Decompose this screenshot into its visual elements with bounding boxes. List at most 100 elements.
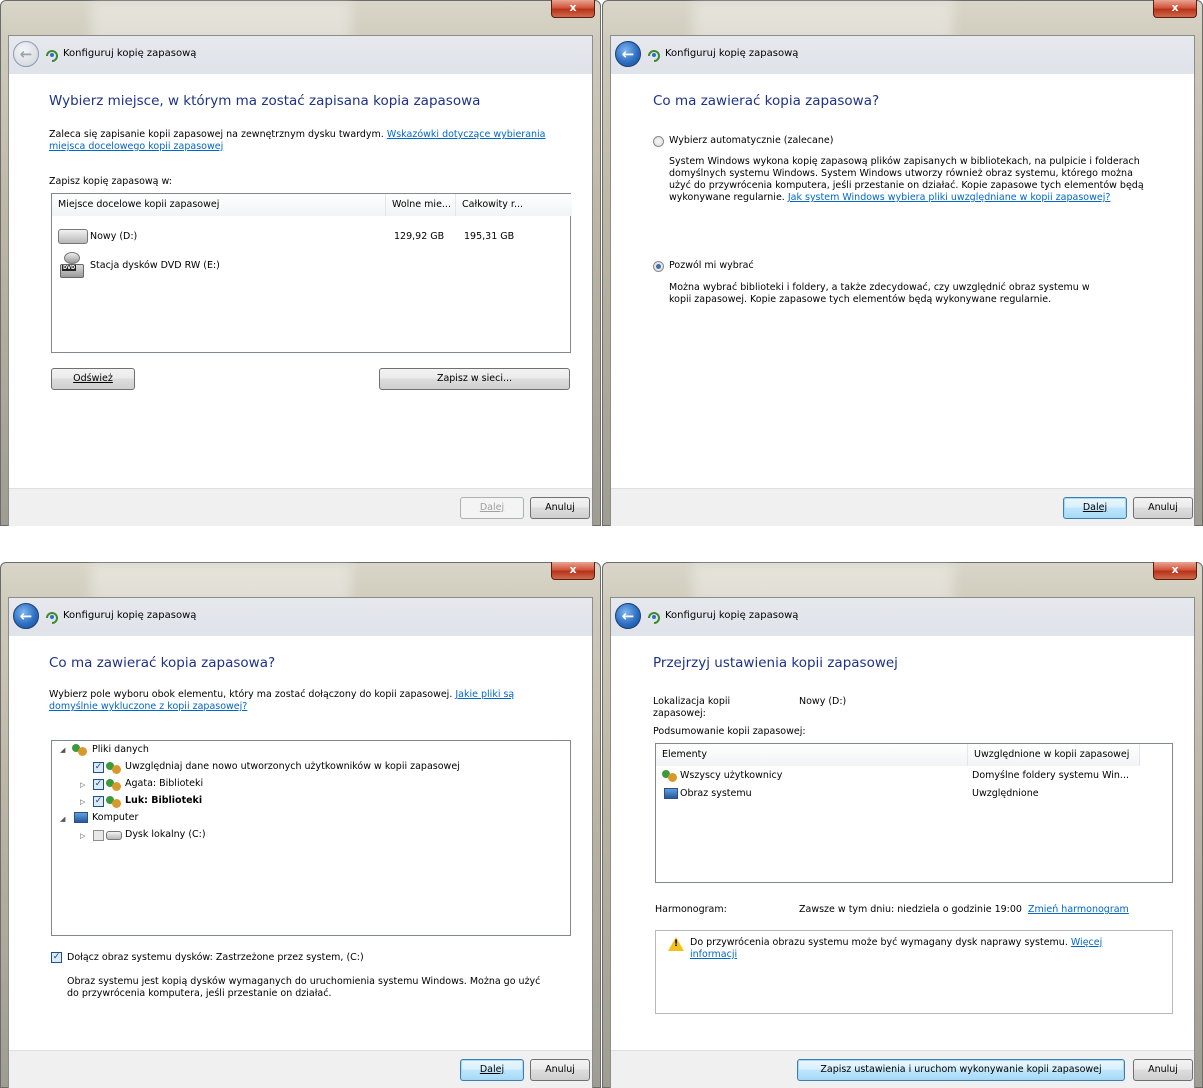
expand-arrow-icon[interactable]: ◢ <box>60 746 65 754</box>
users-icon <box>106 796 122 808</box>
save-and-run-button[interactable]: Zapisz ustawienia i uruchom wykonywanie … <box>797 1059 1125 1081</box>
table-row[interactable]: DVD Stacja dysków DVD RW (E:) <box>52 252 570 282</box>
excluded-files-link-cont[interactable]: domyślnie wykluczone z kopii zapasowej? <box>49 701 247 712</box>
address-bar: ← Konfiguruj kopię zapasową <box>9 598 592 636</box>
more-info-link[interactable]: Więcej <box>1071 937 1102 948</box>
back-arrow-icon: ← <box>621 607 635 625</box>
next-button[interactable]: Dalej <box>460 1059 524 1081</box>
column-included[interactable]: Uwzględnione w kopii zapasowej <box>968 744 1140 766</box>
refresh-button[interactable]: Odśwież <box>51 368 135 390</box>
system-image-checkbox[interactable]: ✓ <box>51 952 62 963</box>
manual-desc-line: kopii zapasowej. Kopie zapasowe tych ele… <box>669 294 1052 305</box>
column-free-space[interactable]: Wolne mie... <box>386 194 456 216</box>
column-items[interactable]: Elementy <box>656 744 968 766</box>
back-button[interactable]: ← <box>615 603 641 629</box>
auto-radio-label[interactable]: Wybierz automatycznie (zalecane) <box>669 135 833 147</box>
save-to-label: Zapisz kopię zapasową w: <box>49 176 172 187</box>
summary-list[interactable]: Elementy Uwzględnione w kopii zapasowej … <box>655 743 1173 883</box>
back-button[interactable]: ← <box>13 41 39 67</box>
cancel-button[interactable]: Anuluj <box>1133 497 1193 519</box>
manual-radio-label[interactable]: Pozwól mi wybrać <box>669 260 754 272</box>
row-free: 129,92 GB <box>394 231 445 242</box>
system-image-description: Obraz systemu jest kopią dysków wymagany… <box>67 976 587 1000</box>
tree-item-luk[interactable]: Luk: Biblioteki <box>125 795 202 806</box>
excluded-files-link[interactable]: Jakie pliki są <box>455 689 514 700</box>
row-name: Stacja dysków DVD RW (E:) <box>90 260 220 271</box>
tree-item-new-users[interactable]: Uwzględniaj dane nowo utworzonych użytko… <box>125 761 460 772</box>
collapse-arrow-icon[interactable]: ▷ <box>80 832 85 840</box>
manual-radio[interactable] <box>653 261 664 272</box>
destination-list[interactable]: Miejsce docelowe kopii zapasowej Wolne m… <box>51 193 572 353</box>
row-value: Uwzględnione <box>972 788 1039 799</box>
auto-radio[interactable] <box>653 136 664 147</box>
manual-description: Można wybrać biblioteki i foldery, a tak… <box>669 282 1189 306</box>
back-arrow-icon: ← <box>621 45 635 63</box>
cancel-button[interactable]: Anuluj <box>530 1059 590 1081</box>
agata-checkbox[interactable]: ✓ <box>93 779 104 790</box>
next-label: Dalej <box>479 1064 505 1075</box>
column-total-size[interactable]: Całkowity r... <box>456 194 572 216</box>
new-users-checkbox[interactable]: ✓ <box>93 762 104 773</box>
close-button[interactable]: x <box>551 562 595 580</box>
more-info-link-cont[interactable]: informacji <box>690 949 737 960</box>
wizard-footer: Dalej Anuluj <box>9 488 592 526</box>
next-button[interactable]: Dalej <box>460 497 524 519</box>
system-image-label[interactable]: Dołącz obraz systemu dysków: Zastrzeżone… <box>67 952 364 964</box>
cancel-label: Anuluj <box>545 502 575 513</box>
tree-item-data-files[interactable]: Pliki danych <box>92 744 149 755</box>
schedule-label: Harmonogram: <box>655 904 727 915</box>
change-schedule-link[interactable]: Zmień harmonogram <box>1028 904 1129 915</box>
tree-item-agata[interactable]: Agata: Biblioteki <box>125 778 203 789</box>
schedule-text: Zawsze w tym dniu: niedziela o godzinie … <box>799 904 1022 915</box>
tree-item-local-disk[interactable]: Dysk lokalny (C:) <box>125 829 206 840</box>
cancel-button[interactable]: Anuluj <box>1133 1059 1193 1081</box>
users-icon <box>72 744 88 756</box>
wizard-window-review: x ← Konfiguruj kopię zapasową Przejrzyj … <box>602 562 1203 1088</box>
window-client: ← Konfiguruj kopię zapasową Przejrzyj us… <box>610 597 1195 1088</box>
luk-checkbox[interactable]: ✓ <box>93 796 104 807</box>
next-label: Dalej <box>479 502 505 513</box>
window-title: Konfiguruj kopię zapasową <box>665 48 799 59</box>
computer-icon <box>74 812 88 823</box>
dvd-drive-icon: DVD <box>60 252 84 280</box>
tree-item-computer[interactable]: Komputer <box>92 812 138 823</box>
save-to-network-button[interactable]: Zapisz w sieci... <box>379 368 570 390</box>
location-label-line: zapasowej: <box>653 708 706 719</box>
auto-desc-line: wykonywane regularnie. <box>669 192 785 203</box>
destination-tips-link[interactable]: Wskazówki dotyczące wybierania <box>387 129 546 140</box>
system-image-desc-line: do przywrócenia komputera, jeśli przesta… <box>67 988 332 999</box>
backup-app-icon <box>46 612 58 624</box>
save-run-label: Zapisz ustawienia i uruchom wykonywanie … <box>820 1064 1102 1075</box>
table-row[interactable]: Obraz systemu Uwzględnione <box>656 786 1172 803</box>
table-row[interactable]: Wszyscy użytkownicy Domyślne foldery sys… <box>656 768 1172 785</box>
how-windows-chooses-link[interactable]: Jak system Windows wybiera pliki uwzględ… <box>788 192 1111 203</box>
back-button[interactable]: ← <box>13 603 39 629</box>
page-title: Co ma zawierać kopia zapasowa? <box>49 655 276 671</box>
back-arrow-icon: ← <box>19 607 33 625</box>
page-title: Co ma zawierać kopia zapasowa? <box>653 93 880 109</box>
close-button[interactable]: x <box>551 0 595 18</box>
window-title: Konfiguruj kopię zapasową <box>665 610 799 621</box>
back-button[interactable]: ← <box>615 41 641 67</box>
next-button[interactable]: Dalej <box>1063 497 1127 519</box>
destination-tips-link-cont[interactable]: miejsca docelowego kopii zapasowej <box>49 141 223 152</box>
row-name: Nowy (D:) <box>90 231 138 242</box>
local-disk-checkbox[interactable] <box>93 830 104 841</box>
close-button[interactable]: x <box>1153 562 1197 580</box>
expand-arrow-icon[interactable]: ◢ <box>60 815 65 823</box>
cancel-label: Anuluj <box>1148 502 1178 513</box>
collapse-arrow-icon[interactable]: ▷ <box>80 781 85 789</box>
collapse-arrow-icon[interactable]: ▷ <box>80 798 85 806</box>
close-button[interactable]: x <box>1153 0 1197 18</box>
column-destination[interactable]: Miejsce docelowe kopii zapasowej <box>52 194 386 216</box>
location-value: Nowy (D:) <box>799 696 847 707</box>
computer-icon <box>664 788 678 799</box>
backup-items-tree[interactable]: ◢ Pliki danych ✓ Uwzględniaj dane nowo u… <box>51 740 571 936</box>
cancel-button[interactable]: Anuluj <box>530 497 590 519</box>
table-row[interactable]: Nowy (D:) 129,92 GB 195,31 GB <box>52 224 570 250</box>
backup-app-icon <box>648 50 660 62</box>
row-total: 195,31 GB <box>464 231 515 242</box>
row-item: Wszyscy użytkownicy <box>680 770 783 781</box>
intro-label: Wybierz pole wyboru obok elementu, który… <box>49 689 453 700</box>
window-client: ← Konfiguruj kopię zapasową Co ma zawier… <box>610 35 1195 526</box>
